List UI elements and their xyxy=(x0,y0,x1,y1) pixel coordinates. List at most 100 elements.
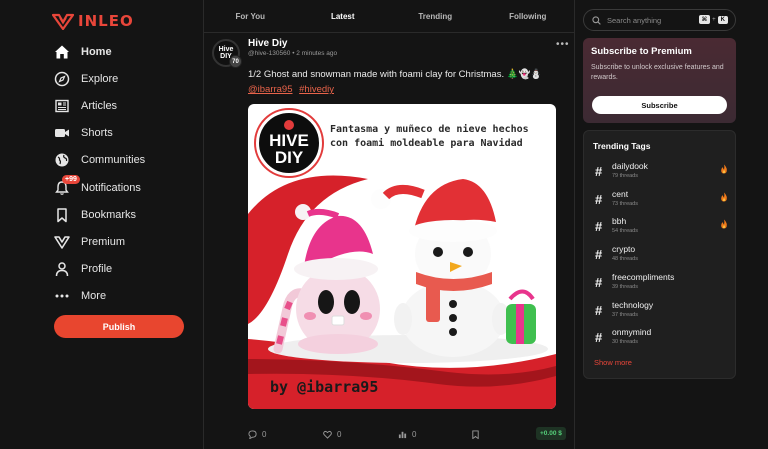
nav-profile[interactable]: Profile xyxy=(53,256,145,283)
leo-logo-icon xyxy=(52,13,74,30)
hashtag-icon: # xyxy=(595,247,603,263)
notification-badge: +99 xyxy=(62,174,80,184)
search-box[interactable]: ⌘ + K xyxy=(583,9,736,31)
hashtag-icon: # xyxy=(595,274,603,290)
shortcut-key: K xyxy=(717,15,728,24)
left-sidebar: INLEO Home Explore Articles Shorts Commu… xyxy=(0,0,203,449)
hashtag-icon: # xyxy=(595,219,603,235)
image-title: Fantasma y muñeco de nieve hechos con fo… xyxy=(330,124,529,149)
hive-diy-logo: HIVE DIY xyxy=(256,110,322,176)
bookmark-icon xyxy=(472,430,479,439)
post-options-icon[interactable]: ••• xyxy=(556,39,570,50)
trending-tag[interactable]: # cent 73 threads xyxy=(593,188,728,210)
search-icon xyxy=(592,15,601,25)
post-image[interactable]: HIVE DIY Fantasma y muñeco de nieve hech… xyxy=(248,104,556,409)
image-byline: by @ibarra95 xyxy=(270,378,379,396)
trending-tag[interactable]: # freecompliments 39 threads xyxy=(593,271,728,293)
fire-icon xyxy=(721,164,727,174)
post-actions: 0 0 0 +0.00 $ xyxy=(204,427,576,444)
home-icon xyxy=(53,43,71,61)
comment-icon xyxy=(248,430,257,439)
tab-following[interactable]: Following xyxy=(482,0,575,32)
tag-count: 48 threads xyxy=(612,256,638,263)
post-time: 2 minutes ago xyxy=(296,50,338,57)
tag-count: 37 threads xyxy=(612,311,638,318)
tag-count: 30 threads xyxy=(612,339,638,346)
like-count: 0 xyxy=(337,430,342,439)
heart-icon xyxy=(323,430,332,439)
tag-name: technology xyxy=(612,299,654,310)
premium-title: Subscribe to Premium xyxy=(591,46,692,57)
ellipsis-icon xyxy=(53,287,71,305)
tag-count: 54 threads xyxy=(612,228,638,235)
like-button[interactable]: 0 xyxy=(323,430,341,439)
brand-logo[interactable]: INLEO xyxy=(52,12,134,30)
premium-card: Subscribe to Premium Subscribe to unlock… xyxy=(583,38,736,123)
shortcut-key: ⌘ xyxy=(698,15,711,24)
nav-explore[interactable]: Explore xyxy=(53,65,145,92)
premium-icon xyxy=(53,233,71,251)
hashtag-icon: # xyxy=(595,330,603,346)
trending-tag[interactable]: # technology 37 threads xyxy=(593,299,728,321)
payout-badge[interactable]: +0.00 $ xyxy=(536,427,566,440)
nav-label: Explore xyxy=(81,72,119,85)
tag-name: cent xyxy=(612,188,629,199)
nav-communities[interactable]: Communities xyxy=(53,147,145,174)
nav-label: Articles xyxy=(81,99,118,112)
tab-trending[interactable]: Trending xyxy=(389,0,482,32)
feed: For You Latest Trending Following Hive D… xyxy=(203,0,575,449)
views-button[interactable]: 0 xyxy=(398,430,416,439)
level-badge: 70 xyxy=(229,55,242,68)
hashtag-link[interactable]: #hivediy xyxy=(299,84,334,95)
search-input[interactable] xyxy=(607,15,687,25)
tag-name: bbh xyxy=(612,216,627,227)
nav-label: Premium xyxy=(81,235,126,248)
bookmark-icon xyxy=(53,206,71,224)
show-more-link[interactable]: Show more xyxy=(594,358,632,367)
comment-button[interactable]: 0 xyxy=(248,430,266,439)
compass-icon xyxy=(53,70,71,88)
logo-line2: DIY xyxy=(274,148,304,167)
hashtag-icon: # xyxy=(595,164,603,179)
main-nav: Home Explore Articles Shorts Communities… xyxy=(53,38,145,310)
newspaper-icon xyxy=(53,97,71,115)
nav-notifications[interactable]: +99 Notifications xyxy=(53,174,145,201)
hashtag-icon: # xyxy=(595,302,603,318)
tag-count: 79 threads xyxy=(612,173,638,179)
nav-premium[interactable]: Premium xyxy=(53,228,145,255)
trending-title: Trending Tags xyxy=(593,141,651,151)
bookmark-post-button[interactable] xyxy=(471,430,480,439)
tag-name: onmymind xyxy=(612,327,652,338)
nav-bookmarks[interactable]: Bookmarks xyxy=(53,201,145,228)
nav-label: Home xyxy=(81,45,112,58)
nav-label: Notifications xyxy=(81,181,141,194)
tag-name: crypto xyxy=(612,244,636,255)
video-camera-icon xyxy=(53,124,71,142)
trending-tag[interactable]: # onmymind 30 threads xyxy=(593,326,728,348)
nav-label: Communities xyxy=(81,154,146,167)
tag-count: 39 threads xyxy=(612,283,638,290)
nav-shorts[interactable]: Shorts xyxy=(53,120,145,147)
brand-name: INLEO xyxy=(78,12,134,30)
subscribe-button[interactable]: Subscribe xyxy=(592,96,727,114)
tag-name: freecompliments xyxy=(612,271,675,282)
post-author[interactable]: Hive Diy xyxy=(248,38,287,49)
mention-link[interactable]: @ibarra95 xyxy=(248,84,293,95)
post-text: 1/2 Ghost and snowman made with foami cl… xyxy=(248,69,543,80)
globe-icon xyxy=(53,151,71,169)
publish-button[interactable]: Publish xyxy=(54,315,184,338)
nav-home[interactable]: Home xyxy=(53,38,145,65)
bar-chart-icon xyxy=(398,431,407,439)
tab-for-you[interactable]: For You xyxy=(204,0,297,32)
trending-tag[interactable]: # bbh 54 threads xyxy=(593,215,728,237)
comment-count: 0 xyxy=(262,430,267,439)
trending-tag[interactable]: # dailydook 79 threads xyxy=(593,160,728,182)
tab-latest[interactable]: Latest xyxy=(297,0,390,32)
nav-label: Bookmarks xyxy=(81,208,137,221)
feed-tabs: For You Latest Trending Following xyxy=(204,0,574,33)
user-icon xyxy=(53,260,71,278)
trending-tag[interactable]: # crypto 48 threads xyxy=(593,243,728,265)
nav-more[interactable]: More xyxy=(53,283,145,310)
nav-articles[interactable]: Articles xyxy=(53,92,145,119)
post-handle[interactable]: @hive-130560 xyxy=(248,50,290,57)
